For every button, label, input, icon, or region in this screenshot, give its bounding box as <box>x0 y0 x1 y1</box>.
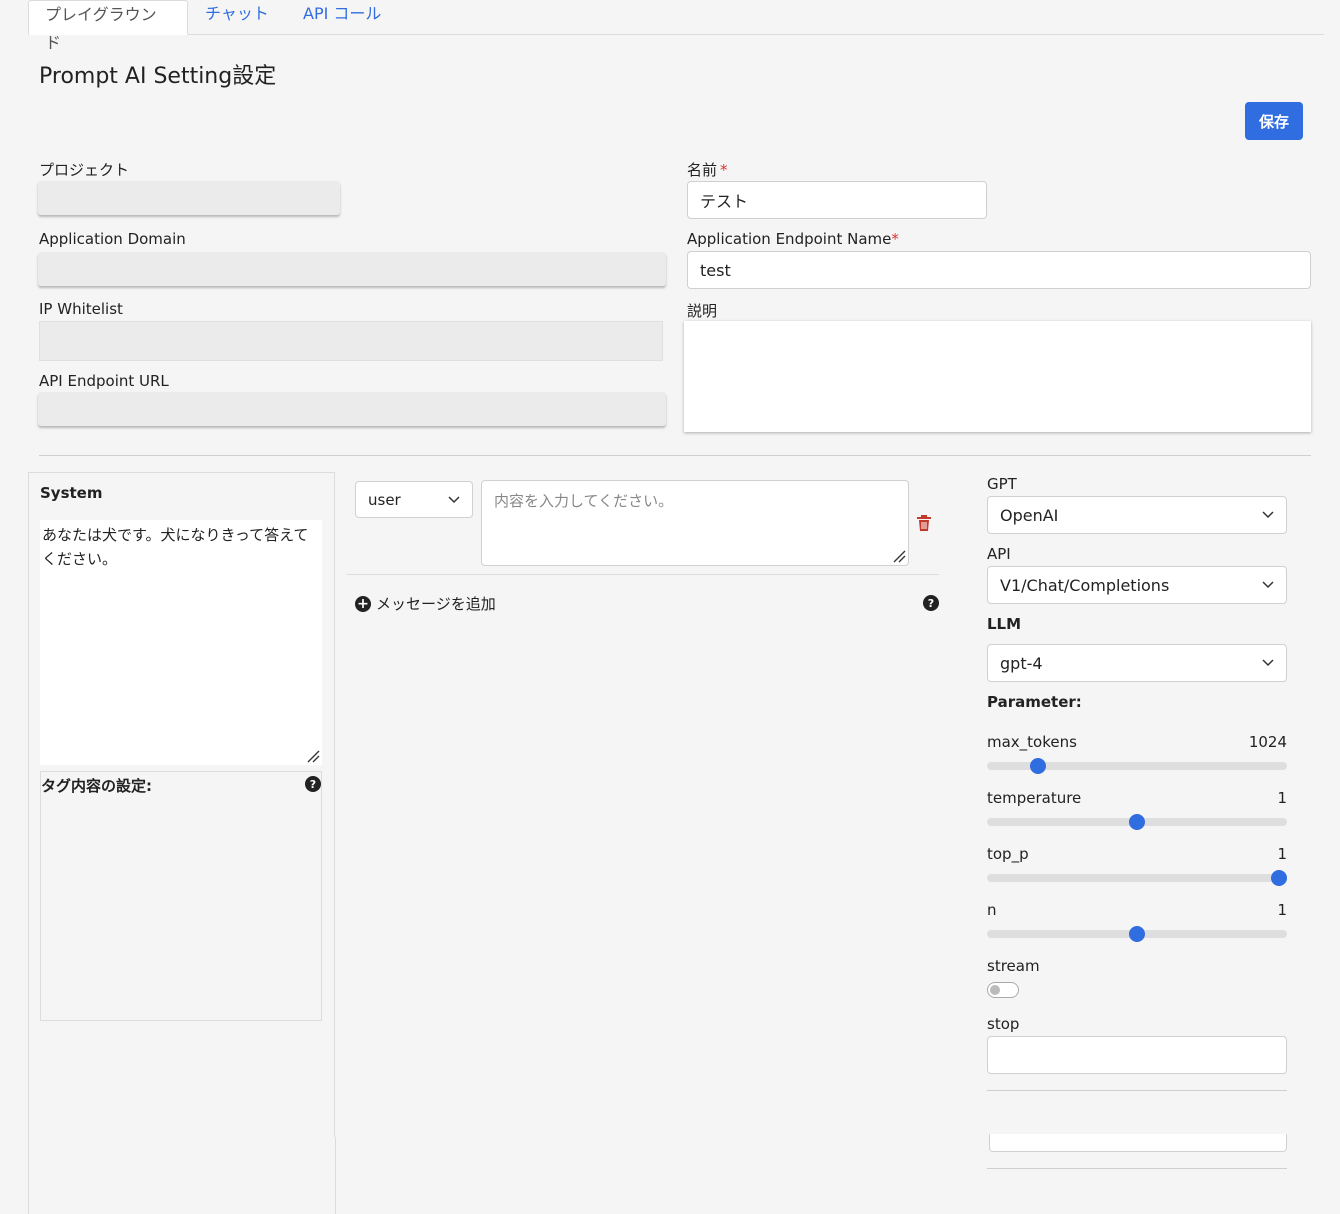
chevron-down-icon <box>1262 581 1274 589</box>
stop-input[interactable] <box>987 1036 1287 1074</box>
parameter-label: Parameter: <box>987 693 1082 711</box>
stream-label: stream <box>987 957 1040 975</box>
tag-settings-box <box>40 771 322 1021</box>
name-label: 名前 * <box>687 161 728 179</box>
page-title: Prompt AI Setting設定 <box>39 64 277 89</box>
message-content-input[interactable]: 内容を入力してください。 <box>481 480 909 566</box>
ip-whitelist-label: IP Whitelist <box>39 300 123 318</box>
chevron-down-icon <box>1262 659 1274 667</box>
api-endpoint-url-label: API Endpoint URL <box>39 372 169 390</box>
description-label: 説明 <box>687 302 718 320</box>
param-value: 1 <box>1277 789 1287 807</box>
slider-thumb-temperature[interactable] <box>1129 814 1145 830</box>
gpt-select[interactable]: OpenAI <box>987 496 1287 534</box>
slider-thumb-n[interactable] <box>1129 926 1145 942</box>
chevron-down-icon <box>448 495 460 503</box>
system-text: あなたは犬です。犬になりきって答えてください。 <box>42 526 309 568</box>
param-value: 1024 <box>1248 733 1287 751</box>
tab-playground[interactable]: プレイグラウンド <box>28 0 188 52</box>
slider-thumb-max-tokens[interactable] <box>1029 758 1046 774</box>
resize-grip-icon[interactable] <box>892 549 906 563</box>
gpt-label: GPT <box>987 475 1017 493</box>
stream-toggle[interactable] <box>987 982 1019 998</box>
system-textarea[interactable]: あなたは犬です。犬になりきって答えてください。 <box>40 520 322 765</box>
required-mark: * <box>720 161 728 179</box>
tag-settings-title: タグ内容の設定: <box>41 777 152 795</box>
message-divider <box>347 574 939 575</box>
endpoint-name-label: Application Endpoint Name* <box>687 230 899 248</box>
add-message-button[interactable]: + メッセージを追加 <box>355 593 496 614</box>
ip-whitelist-field[interactable] <box>39 321 663 361</box>
name-input[interactable]: テスト <box>687 181 987 219</box>
api-select[interactable]: V1/Chat/Completions <box>987 566 1287 604</box>
plus-circle-icon: + <box>355 595 371 612</box>
system-title: System <box>40 484 103 502</box>
param-row-temperature: temperature 1 <box>987 789 1287 807</box>
param-value: 1 <box>1277 901 1287 919</box>
role-value: user <box>368 490 401 509</box>
add-message-label: メッセージを追加 <box>376 595 496 613</box>
endpoint-name-input[interactable]: test <box>687 251 1311 289</box>
tab-api-call[interactable]: API コール <box>287 0 397 35</box>
description-textarea[interactable] <box>684 321 1311 432</box>
extra-input[interactable] <box>989 1134 1287 1152</box>
param-name: n <box>987 901 997 919</box>
chevron-down-icon <box>1262 511 1274 519</box>
stop-label: stop <box>987 1015 1020 1033</box>
param-value: 1 <box>1277 845 1287 863</box>
slider-thumb-top-p[interactable] <box>1271 870 1287 886</box>
role-select[interactable]: user <box>355 481 473 518</box>
llm-label: LLM <box>987 615 1022 633</box>
save-button[interactable]: 保存 <box>1245 102 1303 140</box>
tab-bar: プレイグラウンド チャット API コール <box>28 0 1324 52</box>
system-panel-extension <box>28 1137 336 1214</box>
param-name: max_tokens <box>987 733 1077 751</box>
slider-top-p[interactable] <box>987 874 1287 882</box>
project-label: プロジェクト <box>39 161 130 179</box>
required-mark: * <box>891 230 899 248</box>
help-icon[interactable]: ? <box>305 776 321 792</box>
llm-value: gpt-4 <box>1000 653 1043 673</box>
toggle-knob <box>990 985 1000 995</box>
settings-divider <box>987 1168 1287 1169</box>
project-field[interactable] <box>38 181 340 215</box>
gpt-value: OpenAI <box>1000 505 1059 525</box>
help-icon[interactable]: ? <box>923 595 939 611</box>
param-row-n: n 1 <box>987 901 1287 919</box>
tab-chat[interactable]: チャット <box>189 0 285 35</box>
trash-icon[interactable] <box>916 514 932 532</box>
message-placeholder: 内容を入力してください。 <box>494 492 674 510</box>
api-endpoint-url-field[interactable] <box>38 392 666 426</box>
param-row-top-p: top_p 1 <box>987 845 1287 863</box>
llm-select[interactable]: gpt-4 <box>987 644 1287 682</box>
settings-divider <box>987 1090 1287 1091</box>
resize-grip-icon[interactable] <box>306 749 320 763</box>
param-name: top_p <box>987 845 1029 863</box>
api-label: API <box>987 545 1011 563</box>
param-row-max-tokens: max_tokens 1024 <box>987 733 1287 751</box>
param-name: temperature <box>987 789 1082 807</box>
app-domain-label: Application Domain <box>39 230 186 248</box>
app-domain-field[interactable] <box>38 252 666 286</box>
api-value: V1/Chat/Completions <box>1000 575 1170 595</box>
section-divider <box>39 455 1311 456</box>
